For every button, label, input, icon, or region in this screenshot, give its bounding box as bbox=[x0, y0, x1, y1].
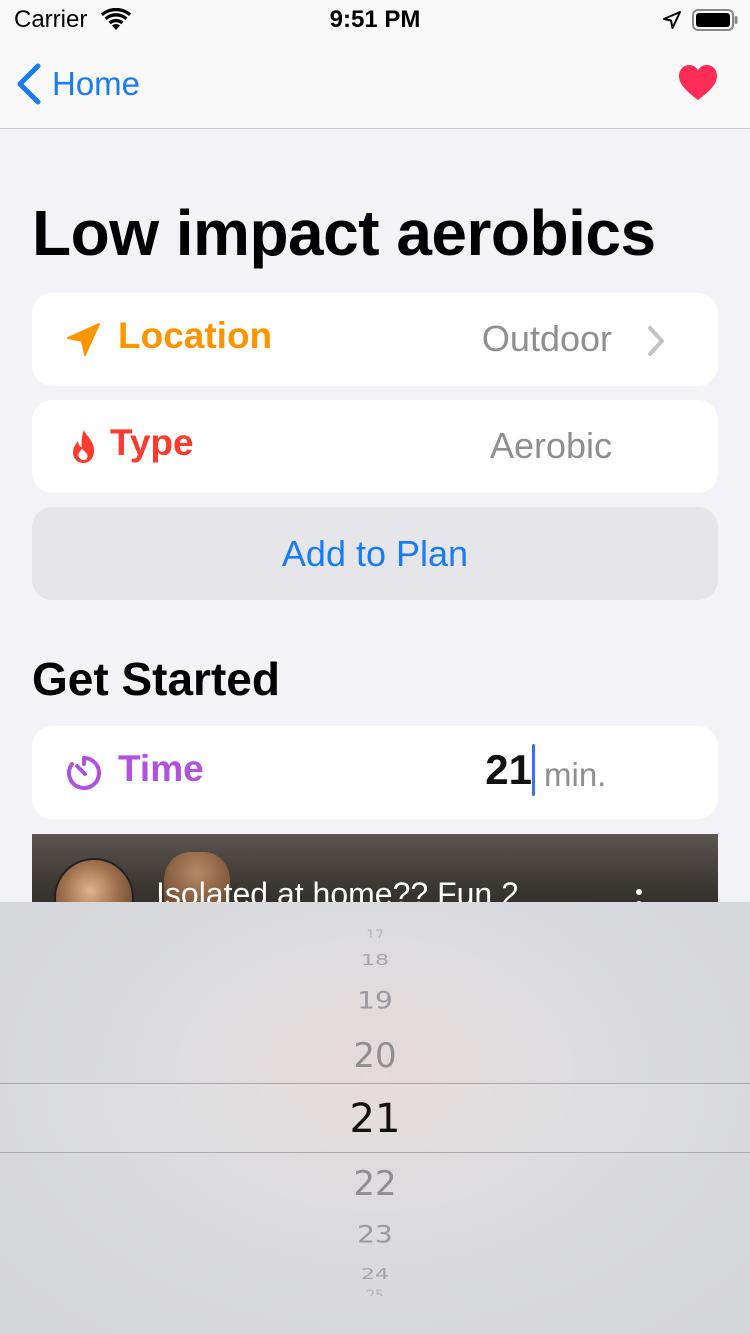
type-value: Aerobic bbox=[489, 425, 612, 466]
page-title: Low impact aerobics bbox=[32, 197, 656, 269]
location-label: Location bbox=[118, 315, 273, 356]
time-row[interactable]: Time 21 min. bbox=[32, 726, 718, 819]
picker-option[interactable]: 24 bbox=[0, 1266, 750, 1284]
navigation-bar: Home bbox=[0, 40, 750, 129]
location-arrow-icon bbox=[67, 323, 100, 356]
location-row[interactable]: Location Outdoor bbox=[32, 293, 718, 386]
workout-detail-screen: Carrier 9:51 PM Home Low impact aerobics… bbox=[0, 0, 750, 1334]
time-label: Time bbox=[118, 748, 204, 789]
text-cursor bbox=[532, 744, 535, 796]
status-bar: Carrier 9:51 PM bbox=[0, 0, 750, 40]
picker-option[interactable]: 23 bbox=[0, 1220, 750, 1248]
picker-option[interactable]: 20 bbox=[0, 1036, 750, 1076]
location-arrow-icon bbox=[663, 11, 681, 29]
timer-icon bbox=[67, 756, 101, 790]
picker-option[interactable]: 25 bbox=[0, 1288, 750, 1296]
flame-icon bbox=[73, 430, 94, 463]
picker-option[interactable]: 19 bbox=[0, 986, 750, 1014]
add-to-plan-label: Add to Plan bbox=[281, 533, 469, 574]
type-row: Type Aerobic bbox=[32, 400, 718, 493]
add-to-plan-button[interactable]: Add to Plan bbox=[32, 507, 718, 600]
heart-icon[interactable] bbox=[678, 64, 718, 102]
time-unit: min. bbox=[544, 756, 607, 793]
section-title-get-started: Get Started bbox=[32, 653, 280, 705]
picker-option-selected[interactable]: 21 bbox=[0, 1096, 750, 1142]
location-value: Outdoor bbox=[481, 318, 612, 359]
picker-option[interactable]: 18 bbox=[0, 952, 750, 970]
chevron-left-icon bbox=[17, 63, 41, 105]
type-label: Type bbox=[110, 422, 194, 463]
back-button-label: Home bbox=[52, 65, 141, 102]
status-time: 9:51 PM bbox=[329, 6, 421, 33]
picker-option[interactable]: 22 bbox=[0, 1164, 750, 1204]
chevron-right-icon bbox=[648, 326, 664, 356]
battery-icon bbox=[692, 9, 738, 31]
back-button[interactable]: Home bbox=[16, 62, 140, 106]
minutes-picker[interactable]: 17 18 19 20 21 22 23 24 25 bbox=[0, 902, 750, 1334]
picker-option[interactable]: 17 bbox=[0, 928, 750, 938]
time-input[interactable]: 21 bbox=[485, 746, 532, 794]
